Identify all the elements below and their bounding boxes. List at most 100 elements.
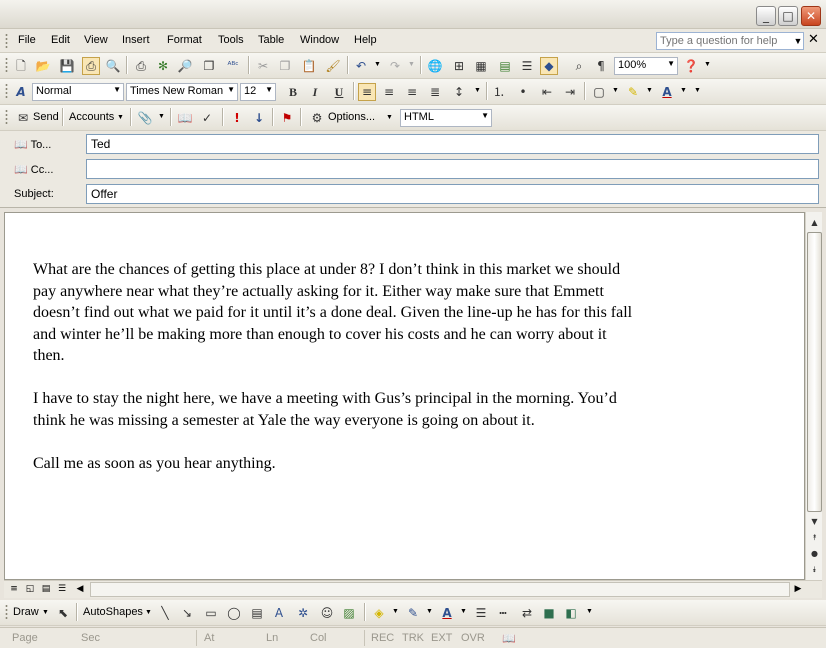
normal-view-icon[interactable]: ≡ bbox=[8, 583, 20, 595]
border-dropdown-icon[interactable]: ▼ bbox=[612, 87, 619, 94]
fill-color-dropdown-icon[interactable]: ▼ bbox=[392, 608, 399, 615]
message-body[interactable]: What are the chances of getting this pla… bbox=[4, 212, 805, 580]
font-color-dropdown-icon[interactable]: ▼ bbox=[460, 608, 467, 615]
outline-view-icon[interactable]: ☰ bbox=[56, 583, 68, 595]
select-browse-object-icon[interactable]: ● bbox=[807, 546, 822, 561]
draw-dropdown-icon[interactable]: ▼ bbox=[42, 609, 49, 616]
send-button[interactable]: Send bbox=[33, 111, 59, 123]
flag-icon[interactable]: ⚑ bbox=[278, 109, 296, 127]
redo-dropdown-icon[interactable]: ▼ bbox=[408, 61, 415, 68]
draw-menu-button[interactable]: Draw bbox=[13, 606, 39, 618]
print-icon[interactable]: ⎙ bbox=[132, 57, 150, 75]
options-button[interactable]: Options... bbox=[328, 111, 375, 123]
arrow-icon[interactable]: ↘ bbox=[178, 604, 196, 622]
scroll-left-icon[interactable]: ◀ bbox=[74, 583, 86, 595]
highlight-dropdown-icon[interactable]: ▼ bbox=[646, 87, 653, 94]
redo-icon[interactable]: ↷ bbox=[386, 57, 404, 75]
line-color-dropdown-icon[interactable]: ▼ bbox=[426, 608, 433, 615]
message-text[interactable]: What are the chances of getting this pla… bbox=[33, 259, 633, 496]
columns-icon[interactable]: ☰ bbox=[518, 57, 536, 75]
scroll-down-icon[interactable]: ▼ bbox=[807, 514, 822, 529]
align-right-icon[interactable]: ≡ bbox=[403, 83, 421, 101]
toolbar-grip[interactable] bbox=[5, 109, 8, 126]
wordart-icon[interactable]: A bbox=[270, 604, 288, 622]
menu-format[interactable]: Format bbox=[167, 34, 202, 46]
next-page-icon[interactable]: ⯯ bbox=[807, 562, 822, 577]
options-dropdown-icon[interactable]: ▼ bbox=[386, 114, 393, 121]
show-hide-icon[interactable]: ¶ bbox=[592, 57, 610, 75]
check-names-icon[interactable]: ❐ bbox=[200, 57, 218, 75]
font-color-dropdown-icon[interactable]: ▼ bbox=[680, 87, 687, 94]
permission-icon[interactable]: ⎙ bbox=[82, 57, 100, 75]
spelling-status-icon[interactable]: 📖 bbox=[502, 632, 516, 645]
menu-insert[interactable]: Insert bbox=[122, 34, 150, 46]
document-map-icon[interactable]: ⌕ bbox=[570, 57, 588, 75]
save-icon[interactable]: 💾 bbox=[58, 57, 76, 75]
menu-help[interactable]: Help bbox=[354, 34, 377, 46]
autoshapes-button[interactable]: AutoShapes bbox=[83, 606, 143, 618]
decrease-indent-icon[interactable]: ⇤ bbox=[538, 83, 556, 101]
border-icon[interactable]: ▢ bbox=[590, 83, 608, 101]
cut-icon[interactable]: ✂ bbox=[254, 57, 272, 75]
text-box-icon[interactable]: ▤ bbox=[248, 604, 266, 622]
open-folder-icon[interactable]: 📂 bbox=[34, 57, 52, 75]
justify-icon[interactable]: ≣ bbox=[426, 83, 444, 101]
attach-icon[interactable]: 📎 bbox=[136, 109, 154, 127]
dash-style-icon[interactable]: ┅ bbox=[494, 604, 512, 622]
find-icon[interactable]: 🔎 bbox=[176, 57, 194, 75]
line-spacing-icon[interactable]: ↕ bbox=[450, 83, 468, 101]
close-button[interactable]: ✕ bbox=[801, 6, 821, 26]
close-document-icon[interactable]: ✕ bbox=[808, 32, 819, 47]
accounts-button[interactable]: Accounts bbox=[69, 111, 114, 123]
bold-icon[interactable]: B bbox=[284, 83, 302, 101]
italic-icon[interactable]: I bbox=[306, 83, 324, 101]
spelling-icon[interactable]: ᴬᴮᶜ bbox=[224, 57, 242, 75]
copy-icon[interactable]: ❐ bbox=[276, 57, 294, 75]
menu-file[interactable]: File bbox=[18, 34, 36, 46]
menu-tools[interactable]: Tools bbox=[218, 34, 244, 46]
menu-table[interactable]: Table bbox=[258, 34, 284, 46]
help-icon[interactable]: ❓ bbox=[682, 57, 700, 75]
drawing-icon[interactable]: ◆ bbox=[540, 57, 558, 75]
cc-button[interactable]: 📖 Cc... bbox=[14, 163, 53, 176]
status-ovr[interactable]: OVR bbox=[461, 632, 485, 644]
maximize-button[interactable]: □ bbox=[778, 6, 798, 26]
subject-field[interactable]: Offer bbox=[86, 184, 819, 204]
toolbar-options-icon[interactable]: ▼ bbox=[704, 61, 711, 68]
zoom-select[interactable]: 100% ▼ bbox=[614, 57, 678, 75]
clip-art-icon[interactable]: ☺ bbox=[318, 604, 336, 622]
insert-picture-icon[interactable]: ▨ bbox=[340, 604, 358, 622]
help-dropdown-icon[interactable]: ▼ bbox=[792, 33, 804, 49]
autoshapes-dropdown-icon[interactable]: ▼ bbox=[145, 609, 152, 616]
check-names-icon[interactable]: ✓ bbox=[198, 109, 216, 127]
undo-dropdown-icon[interactable]: ▼ bbox=[374, 61, 381, 68]
high-importance-icon[interactable]: ! bbox=[228, 109, 246, 127]
minimize-button[interactable]: _ bbox=[756, 6, 776, 26]
underline-icon[interactable]: U bbox=[330, 83, 348, 101]
vertical-scrollbar[interactable]: ▲ ▼ ⯭ ● ⯯ bbox=[805, 212, 822, 580]
highlight-icon[interactable]: ✎ bbox=[624, 83, 642, 101]
cc-field[interactable] bbox=[86, 159, 819, 179]
to-field[interactable]: Ted bbox=[86, 134, 819, 154]
font-color-icon[interactable]: A bbox=[658, 83, 676, 101]
previous-page-icon[interactable]: ⯭ bbox=[807, 530, 822, 545]
toolbar-grip[interactable] bbox=[5, 57, 8, 74]
rectangle-icon[interactable]: ▭ bbox=[202, 604, 220, 622]
scroll-right-icon[interactable]: ▶ bbox=[792, 583, 804, 595]
paste-icon[interactable]: 📋 bbox=[300, 57, 318, 75]
scroll-up-icon[interactable]: ▲ bbox=[807, 215, 822, 230]
low-importance-icon[interactable]: ↓ bbox=[250, 109, 268, 127]
align-left-icon[interactable]: ≡ bbox=[358, 83, 376, 101]
help-search-input[interactable] bbox=[656, 32, 804, 50]
toolbar-grip[interactable] bbox=[5, 33, 8, 48]
toolbar-grip[interactable] bbox=[5, 604, 8, 621]
toolbar-options-icon[interactable]: ▼ bbox=[694, 87, 701, 94]
insert-excel-icon[interactable]: ▤ bbox=[496, 57, 514, 75]
font-select[interactable]: Times New Roman ▼ bbox=[126, 83, 238, 101]
hyperlink-icon[interactable]: 🌐 bbox=[426, 57, 444, 75]
select-objects-icon[interactable]: ⬉ bbox=[54, 604, 72, 622]
font-color-icon[interactable]: A bbox=[438, 604, 456, 622]
tables-borders-icon[interactable]: ⊞ bbox=[450, 57, 468, 75]
insert-table-icon[interactable]: ▦ bbox=[472, 57, 490, 75]
status-rec[interactable]: REC bbox=[371, 632, 394, 644]
